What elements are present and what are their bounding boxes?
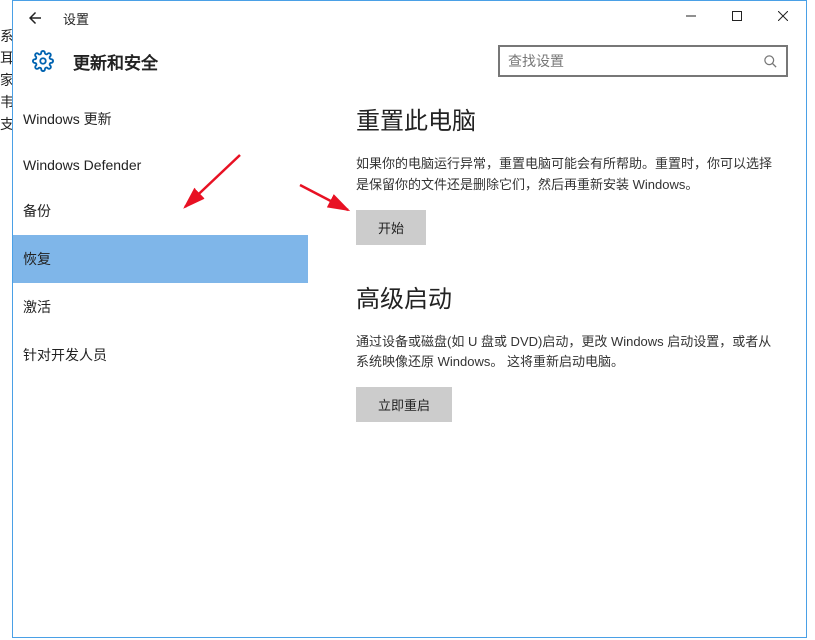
minimize-icon (686, 11, 696, 21)
main-panel: 重置此电脑 如果你的电脑运行异常，重置电脑可能会有所帮助。重置时，你可以选择是保… (308, 83, 806, 637)
sidebar-item-activation[interactable]: 激活 (13, 283, 308, 331)
search-box[interactable] (498, 45, 788, 77)
gear-icon (31, 49, 55, 73)
search-icon (762, 53, 778, 69)
header-row: 更新和安全 (13, 35, 806, 83)
close-button[interactable] (760, 1, 806, 31)
content-area: Windows 更新 Windows Defender 备份 恢复 激活 针对开… (13, 83, 806, 637)
sidebar-item-windows-update[interactable]: Windows 更新 (13, 95, 308, 143)
section-body: 如果你的电脑运行异常，重置电脑可能会有所帮助。重置时，你可以选择是保留你的文件还… (356, 154, 782, 196)
reset-start-button[interactable]: 开始 (356, 210, 426, 245)
sidebar-item-label: Windows 更新 (23, 111, 112, 127)
back-button[interactable] (21, 4, 49, 32)
sidebar-item-backup[interactable]: 备份 (13, 187, 308, 235)
maximize-icon (732, 11, 742, 21)
header-title: 更新和安全 (73, 49, 158, 74)
sidebar-item-label: 激活 (23, 299, 51, 315)
cropped-background-text: 系 耳 家 韦 支 (0, 25, 12, 135)
sidebar: Windows 更新 Windows Defender 备份 恢复 激活 针对开… (13, 83, 308, 637)
window-controls (668, 1, 806, 31)
sidebar-item-for-developers[interactable]: 针对开发人员 (13, 331, 308, 379)
sidebar-item-windows-defender[interactable]: Windows Defender (13, 143, 308, 187)
minimize-button[interactable] (668, 1, 714, 31)
sidebar-item-recovery[interactable]: 恢复 (13, 235, 308, 283)
section-reset-pc: 重置此电脑 如果你的电脑运行异常，重置电脑可能会有所帮助。重置时，你可以选择是保… (356, 101, 782, 245)
close-icon (778, 11, 788, 21)
section-heading: 重置此电脑 (356, 101, 782, 136)
section-advanced-startup: 高级启动 通过设备或磁盘(如 U 盘或 DVD)启动，更改 Windows 启动… (356, 279, 782, 423)
section-heading: 高级启动 (356, 279, 782, 314)
window-title: 设置 (63, 9, 89, 28)
sidebar-item-label: 恢复 (23, 251, 51, 267)
sidebar-item-label: 针对开发人员 (23, 347, 107, 363)
sidebar-item-label: Windows Defender (23, 157, 141, 173)
search-input[interactable] (508, 53, 762, 69)
restart-now-button[interactable]: 立即重启 (356, 387, 452, 422)
settings-window: 设置 更新和安全 Windows 更新 Windows D (12, 0, 807, 638)
maximize-button[interactable] (714, 1, 760, 31)
titlebar: 设置 (13, 1, 806, 35)
section-body: 通过设备或磁盘(如 U 盘或 DVD)启动，更改 Windows 启动设置，或者… (356, 332, 782, 374)
arrow-left-icon (26, 9, 44, 27)
sidebar-item-label: 备份 (23, 203, 51, 219)
